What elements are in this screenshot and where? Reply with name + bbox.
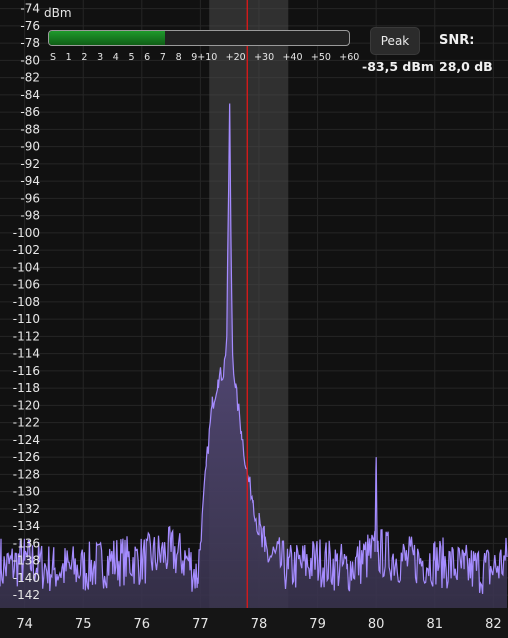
spectrum-display[interactable]: -74 -76 -78 -80 -82 -84 -86 -88 -90 -92 -94 -96 -98 -… bbox=[0, 0, 508, 638]
smeter-scale-label: 3 bbox=[97, 52, 103, 63]
peak-value: -83,5 dBm bbox=[362, 59, 434, 74]
x-tick-label: 76 bbox=[134, 617, 151, 632]
y-tick-label: -124 bbox=[13, 433, 40, 447]
smeter-scale-label: 6 bbox=[144, 52, 150, 63]
y-tick-label: -76 bbox=[20, 19, 40, 33]
snr-label: SNR: bbox=[439, 33, 475, 48]
y-tick-label: -130 bbox=[13, 485, 40, 499]
smeter-scale-label: +40 bbox=[282, 52, 302, 63]
x-tick-label: 75 bbox=[75, 617, 92, 632]
peak-button-label: Peak bbox=[380, 34, 410, 48]
y-tick-label: -136 bbox=[13, 536, 40, 550]
y-tick-label: -118 bbox=[13, 381, 40, 395]
smeter-scale-label: +10 bbox=[197, 52, 217, 63]
smeter-scale-label: 4 bbox=[113, 52, 119, 63]
x-tick-label: 77 bbox=[192, 617, 209, 632]
y-tick-label: -92 bbox=[20, 157, 40, 171]
smeter-scale-label: +30 bbox=[254, 52, 274, 63]
x-tick-label: 80 bbox=[368, 617, 385, 632]
y-tick-label: -138 bbox=[13, 554, 40, 568]
smeter-scale-label: +60 bbox=[339, 52, 359, 63]
smeter-scale-label: 8 bbox=[176, 52, 182, 63]
peak-button[interactable]: Peak bbox=[370, 27, 420, 55]
smeter-scale-label: +20 bbox=[226, 52, 246, 63]
y-unit-label: dBm bbox=[44, 6, 72, 20]
x-tick-label: 82 bbox=[485, 617, 502, 632]
y-tick-label: -82 bbox=[20, 71, 40, 85]
smeter-bar bbox=[48, 30, 350, 46]
y-tick-label: -86 bbox=[20, 105, 40, 119]
y-tick-label: -132 bbox=[13, 502, 40, 516]
y-tick-label: -108 bbox=[13, 295, 40, 309]
smeter-scale-label: +50 bbox=[311, 52, 331, 63]
x-tick-label: 74 bbox=[16, 617, 33, 632]
x-tick-label: 79 bbox=[309, 617, 326, 632]
y-tick-label: -94 bbox=[20, 174, 40, 188]
x-tick-label: 81 bbox=[426, 617, 443, 632]
smeter-level bbox=[49, 31, 165, 45]
y-tick-label: -116 bbox=[13, 364, 40, 378]
x-tick-label: 78 bbox=[251, 617, 268, 632]
smeter-scale-label: 2 bbox=[81, 52, 87, 63]
smeter-scale-label: 5 bbox=[128, 52, 134, 63]
y-tick-label: -142 bbox=[13, 588, 40, 602]
y-tick-label: -104 bbox=[13, 260, 40, 274]
smeter-scale-label: 7 bbox=[160, 52, 166, 63]
y-tick-label: -110 bbox=[13, 312, 40, 326]
y-tick-label: -120 bbox=[13, 398, 40, 412]
y-tick-label: -100 bbox=[13, 226, 40, 240]
y-tick-label: -78 bbox=[20, 36, 40, 50]
y-tick-label: -128 bbox=[13, 467, 40, 481]
y-tick-label: -134 bbox=[13, 519, 40, 533]
y-tick-label: -122 bbox=[13, 416, 40, 430]
y-tick-label: -96 bbox=[20, 191, 40, 205]
y-tick-label: -102 bbox=[13, 243, 40, 257]
smeter-scale-label: 1 bbox=[66, 52, 72, 63]
smeter-scale-label: S bbox=[50, 52, 56, 63]
y-tick-label: -74 bbox=[20, 2, 40, 16]
y-tick-label: -126 bbox=[13, 450, 40, 464]
y-tick-label: -106 bbox=[13, 278, 40, 292]
y-tick-label: -90 bbox=[20, 140, 40, 154]
y-tick-label: -88 bbox=[20, 122, 40, 136]
x-axis-labels: 74 75 76 77 78 79 80 81 82 bbox=[16, 617, 501, 632]
snr-value: 28,0 dB bbox=[439, 59, 493, 74]
y-tick-label: -98 bbox=[20, 209, 40, 223]
y-tick-label: -84 bbox=[20, 88, 40, 102]
y-tick-label: -114 bbox=[13, 347, 40, 361]
y-tick-label: -140 bbox=[13, 571, 40, 585]
y-tick-label: -80 bbox=[20, 53, 40, 67]
y-tick-label: -112 bbox=[13, 329, 40, 343]
smeter-scale: S 1 2 3 4 5 6 7 8 9 +10 +20 +30 +40 +50 +60 bbox=[50, 52, 359, 63]
